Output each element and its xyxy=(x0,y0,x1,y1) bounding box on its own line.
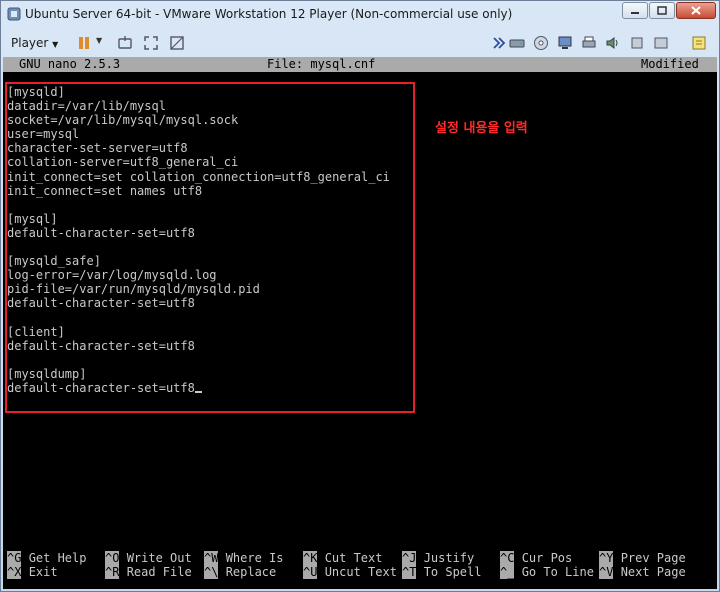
player-menu-button[interactable]: Player ▼ xyxy=(11,34,58,52)
maximize-icon xyxy=(657,6,667,15)
chevron-down-icon[interactable]: ▼ xyxy=(96,36,112,52)
shortcut-exit: ^X Exit xyxy=(7,565,58,579)
nano-status: Modified xyxy=(641,57,699,71)
shortcut-replace: ^\ Replace xyxy=(204,565,277,579)
shortcut-to-spell: ^T To Spell xyxy=(402,565,482,579)
display-icon[interactable] xyxy=(653,35,669,51)
shortcut-cur-pos: ^C Cur Pos xyxy=(500,551,573,565)
vmware-logo-icon xyxy=(7,7,21,21)
toolbar: Player ▼ ▼ xyxy=(1,29,719,57)
shortcut-go-to-line: ^_ Go To Line xyxy=(500,565,594,579)
chevron-down-icon: ▼ xyxy=(52,40,59,49)
shortcut-where-is: ^W Where Is xyxy=(204,551,284,565)
shortcut-write-out: ^O Write Out xyxy=(105,551,192,565)
minimize-icon xyxy=(631,12,639,14)
shortcut-justify: ^J Justify xyxy=(402,551,475,565)
shortcut-prev-page: ^Y Prev Page xyxy=(599,551,686,565)
unity-icon[interactable] xyxy=(169,35,185,51)
printer-icon[interactable] xyxy=(581,35,597,51)
notes-icon[interactable] xyxy=(691,35,707,51)
hard-disk-icon[interactable] xyxy=(509,35,525,51)
nano-version: GNU nano 2.5.3 xyxy=(19,57,121,71)
fullscreen-icon[interactable] xyxy=(143,35,159,51)
annotation-text: 설정 내용을 입력 xyxy=(435,121,528,136)
shortcut-cut-text: ^K Cut Text xyxy=(303,551,383,565)
window-title: Ubuntu Server 64-bit - VMware Workstatio… xyxy=(25,7,513,21)
cd-icon[interactable] xyxy=(533,35,549,51)
send-keys-icon[interactable] xyxy=(117,35,133,51)
title-bar[interactable]: Ubuntu Server 64-bit - VMware Workstatio… xyxy=(1,1,719,29)
vmware-window: Ubuntu Server 64-bit - VMware Workstatio… xyxy=(0,0,720,592)
network-icon[interactable] xyxy=(557,35,573,51)
terminal-screen[interactable]: GNU nano 2.5.3 File: mysql.cnf Modified … xyxy=(3,57,717,589)
minimize-button[interactable] xyxy=(622,2,648,19)
pause-icon[interactable] xyxy=(76,35,92,51)
shortcut-read-file: ^R Read File xyxy=(105,565,192,579)
shortcut-uncut-text: ^U Uncut Text xyxy=(303,565,397,579)
shortcut-get-help: ^G Get Help xyxy=(7,551,87,565)
nano-file-name: File: mysql.cnf xyxy=(267,57,376,71)
highlight-box xyxy=(5,82,415,413)
usb-icon[interactable] xyxy=(629,35,645,51)
nano-header-bar: GNU nano 2.5.3 File: mysql.cnf Modified xyxy=(3,57,717,72)
maximize-button[interactable] xyxy=(649,2,675,19)
close-button[interactable] xyxy=(676,2,716,19)
player-menu-label: Player xyxy=(11,36,49,50)
sound-icon[interactable] xyxy=(605,35,621,51)
close-icon xyxy=(691,6,701,15)
shortcut-next-page: ^V Next Page xyxy=(599,565,686,579)
forward-icon[interactable] xyxy=(491,35,507,51)
